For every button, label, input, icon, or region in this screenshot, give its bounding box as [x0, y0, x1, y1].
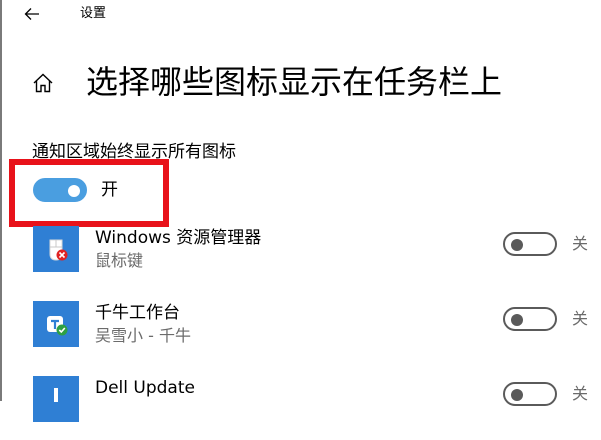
home-icon [33, 73, 53, 93]
always-show-icons-toggle[interactable] [33, 178, 87, 202]
app-toggle-dell-update[interactable] [503, 382, 557, 406]
app-name: Windows 资源管理器 [95, 228, 262, 248]
back-button[interactable] [20, 4, 44, 24]
app-row-windows-explorer: Windows 资源管理器 鼠标键 关 [0, 226, 601, 290]
app-toggle-state: 关 [572, 384, 589, 403]
back-arrow-icon [24, 8, 39, 20]
window-title: 设置 [80, 6, 107, 21]
toggle-knob [511, 314, 523, 326]
app-subtitle: 吴雪小 - 千牛 [95, 326, 191, 345]
toggle-knob [68, 185, 80, 197]
toggle-knob [511, 239, 523, 251]
app-row-dell-update: Dell Update 关 [0, 376, 601, 440]
app-row-qianniu: 千牛工作台 吴雪小 - 千牛 关 [0, 301, 601, 365]
app-name: Dell Update [95, 378, 195, 398]
toggle-knob [511, 389, 523, 401]
app-subtitle: 鼠标键 [95, 251, 144, 270]
page-title: 选择哪些图标显示在任务栏上 [86, 63, 503, 101]
app-name: 千牛工作台 [95, 303, 180, 323]
explorer-mouse-keys-icon [33, 226, 79, 272]
home-button[interactable] [30, 70, 56, 96]
app-toggle-windows-explorer[interactable] [503, 232, 557, 256]
always-show-icons-state: 开 [101, 180, 118, 200]
qianniu-icon [33, 301, 79, 347]
app-toggle-state: 关 [572, 309, 589, 328]
app-toggle-qianniu[interactable] [503, 307, 557, 331]
dell-update-icon [33, 376, 79, 422]
app-toggle-state: 关 [572, 234, 589, 253]
